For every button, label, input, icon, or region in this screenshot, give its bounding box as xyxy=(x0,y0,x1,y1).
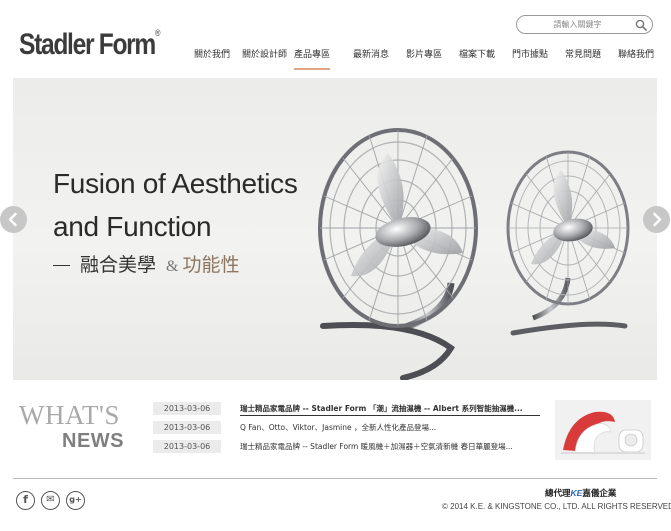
nav-faq[interactable]: 常見問題 xyxy=(565,48,601,70)
fan-small xyxy=(506,150,630,336)
banner-prev-button[interactable] xyxy=(0,206,27,233)
news-link[interactable]: 瑞士精品家電品牌 -- Stadler Form 「潮」流抽濕機 -- Albe… xyxy=(240,402,540,416)
news-heading-top: WHAT'S xyxy=(19,400,120,430)
nav-contact[interactable]: 聯絡我們 xyxy=(618,48,654,70)
distributor-name: 嘉儀企業 xyxy=(582,489,617,499)
headline-line-2: and Function xyxy=(53,211,212,242)
nav-about-us[interactable]: 關於我們 xyxy=(194,48,230,70)
search-input[interactable] xyxy=(525,18,630,31)
nav-downloads[interactable]: 檔案下載 xyxy=(459,48,495,70)
nav-products[interactable]: 產品專區 xyxy=(294,48,331,70)
banner-next-button[interactable] xyxy=(643,206,670,233)
news-item[interactable]: 2013-03-06 瑞士精品家電品牌 -- Stadler Form 暖風機＋… xyxy=(153,440,543,454)
fan-large xyxy=(318,128,478,380)
product-photo xyxy=(555,400,651,460)
news-date: 2013-03-06 xyxy=(153,440,221,453)
distributor-prefix: 總代理 xyxy=(545,489,571,499)
distributor-label: 總代理KE嘉儀企業 xyxy=(545,487,616,499)
banner-headline: Fusion of Aesthetics and Function xyxy=(53,162,298,248)
news-link[interactable]: 瑞士精品家電品牌 -- Stadler Form 暖風機＋加濕器＋空氣清新機 春… xyxy=(240,440,540,453)
hero-banner[interactable]: Fusion of Aesthetics and Function 融合美學 & 功… xyxy=(13,78,657,380)
tagline-part-2: 功能性 xyxy=(182,254,240,276)
ke-logo: KE xyxy=(570,488,583,498)
nav-videos[interactable]: 影片專區 xyxy=(406,48,442,70)
headline-line-1: Fusion of Aesthetics xyxy=(53,168,298,199)
nav-stores[interactable]: 門市據點 xyxy=(512,48,548,70)
stadler-form-logo[interactable]: Stadler Form® xyxy=(19,28,160,62)
search-box xyxy=(516,15,653,34)
search-icon[interactable] xyxy=(635,19,647,31)
nav-news[interactable]: 最新消息 xyxy=(353,48,389,70)
chevron-left-icon xyxy=(8,212,17,227)
news-item[interactable]: 2013-03-06 瑞士精品家電品牌 -- Stadler Form 「潮」流… xyxy=(153,402,543,416)
news-thumbnail-image[interactable] xyxy=(555,400,651,460)
news-link[interactable]: Q Fan、Otto、Viktor、Jasmine ，全新人性化產品登場... xyxy=(240,421,540,434)
chevron-right-icon xyxy=(653,212,662,227)
logo-text: Stadler Form xyxy=(19,28,156,61)
google-plus-icon[interactable]: g+ xyxy=(66,491,85,510)
news-item[interactable]: 2013-03-06 Q Fan、Otto、Viktor、Jasmine ，全新… xyxy=(153,421,543,435)
site-header: Stadler Form® 關於我們 關於設計師 產品專區 最新消息 影片專區 … xyxy=(0,0,671,78)
fan-product-image xyxy=(318,128,630,380)
tagline-dash xyxy=(53,265,70,266)
tagline-part-1: 融合美學 xyxy=(80,254,157,276)
tagline-ampersand: & xyxy=(166,258,179,275)
mail-icon[interactable]: ✉ xyxy=(41,491,60,510)
nav-about-designer[interactable]: 關於設計師 xyxy=(242,48,287,70)
copyright-text: © 2014 K.E. & KINGSTONE CO., LTD. ALL RI… xyxy=(442,502,671,511)
footer-divider xyxy=(13,478,657,479)
news-date: 2013-03-06 xyxy=(153,402,221,415)
news-heading-bottom: NEWS xyxy=(62,430,124,452)
facebook-icon[interactable]: f xyxy=(16,491,35,510)
registered-mark: ® xyxy=(154,28,161,38)
banner-chinese-tagline: 融合美學 & 功能性 xyxy=(53,250,239,277)
news-date: 2013-03-06 xyxy=(153,421,221,434)
